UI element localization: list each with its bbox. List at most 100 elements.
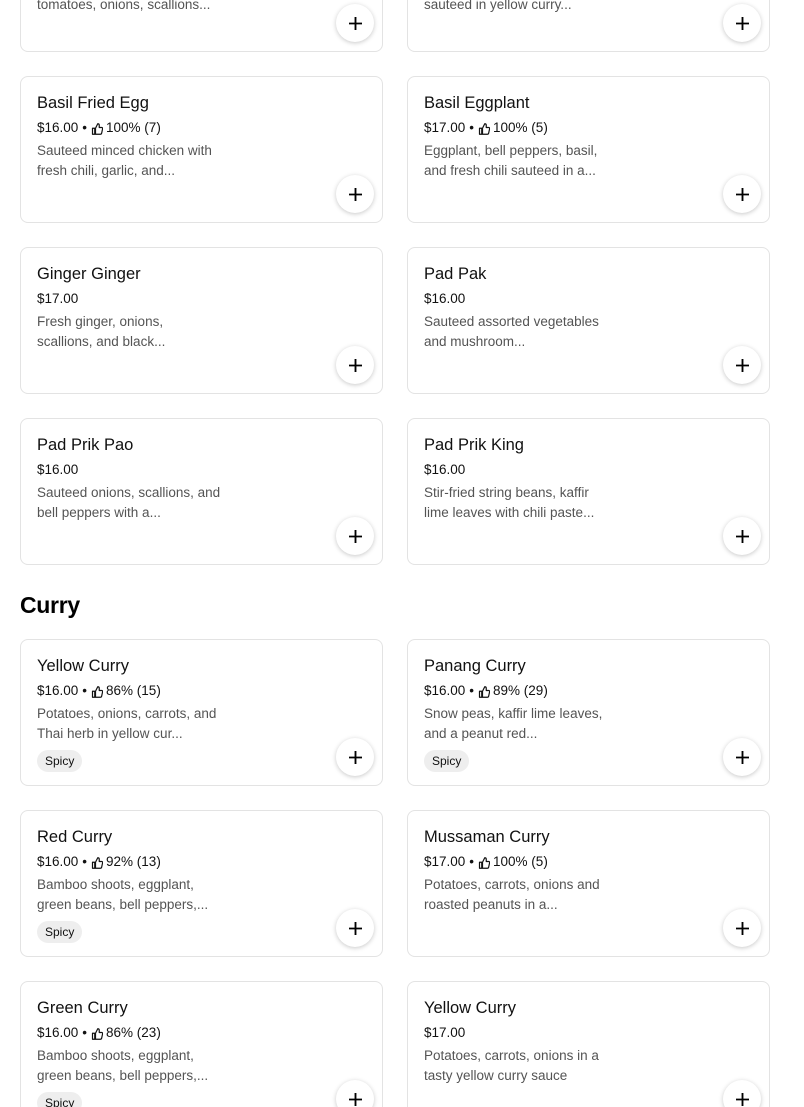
meta-separator: • <box>469 120 475 135</box>
menu-item-card[interactable]: Red Curry $16.00 • 92% (13) Bamboo shoots, e… <box>20 810 383 957</box>
item-price: $16.00 <box>424 291 466 306</box>
add-to-cart-button[interactable] <box>723 738 761 776</box>
item-description: Potatoes, carrots, onions in a tasty yel… <box>424 1048 599 1083</box>
menu-item-card[interactable]: tomatoes, onions, scallions... <box>20 0 383 52</box>
curry-grid: Yellow Curry $16.00 • 86% (15) Potatoes, oni… <box>20 639 770 1107</box>
menu-item-card[interactable]: Panang Curry $16.00 • 89% (29) Snow peas, ka… <box>407 639 770 786</box>
spicy-badge: Spicy <box>37 921 83 943</box>
item-price: $17.00 <box>424 1025 466 1040</box>
menu-item-card[interactable]: Basil Fried Egg $16.00 • 100% (7) Sauteed mi… <box>20 76 383 223</box>
item-price: $16.00 <box>37 854 79 869</box>
menu-item-card[interactable]: Ginger Ginger $17.00 Fresh ginger, onions,… <box>20 247 383 394</box>
item-description: Sauteed onions, scallions, and bell pepp… <box>37 485 221 520</box>
thumbs-up-icon <box>478 122 491 135</box>
plus-icon <box>348 921 362 935</box>
item-price: $16.00 <box>424 683 466 698</box>
menu-item-card[interactable]: Pad Prik Pao $16.00 Sauteed onions, scalli… <box>20 418 383 565</box>
plus-icon <box>735 921 749 935</box>
plus-icon <box>735 187 749 201</box>
menu-item-card[interactable]: Yellow Curry $17.00 Potatoes, carrots, oni… <box>407 981 770 1107</box>
meta-separator: • <box>469 854 475 869</box>
meta-separator: • <box>82 854 88 869</box>
add-to-cart-button[interactable] <box>723 909 761 947</box>
add-to-cart-button[interactable] <box>723 175 761 213</box>
item-price: $16.00 <box>37 1025 79 1040</box>
add-to-cart-button[interactable] <box>723 4 761 42</box>
plus-icon <box>348 1092 362 1106</box>
item-description: Bamboo shoots, eggplant, green beans, be… <box>37 1048 209 1083</box>
menu-item-card[interactable]: Green Curry $16.00 • 86% (23) Bamboo shoots,… <box>20 981 383 1107</box>
item-meta: $16.00 • 92% (13) <box>37 853 366 871</box>
section-title-curry: Curry <box>20 592 80 618</box>
add-to-cart-button[interactable] <box>336 1080 374 1107</box>
item-meta: $16.00 • 86% (15) <box>37 682 366 700</box>
item-name: Yellow Curry <box>424 999 517 1017</box>
item-meta: $17.00 • 100% (5) <box>424 853 753 871</box>
thumbs-up-icon <box>91 856 104 869</box>
item-price: $16.00 <box>424 462 466 477</box>
item-rating: 100% (7) <box>106 120 161 135</box>
spicy-badge: Spicy <box>424 750 470 772</box>
item-name: Pad Pak <box>424 265 487 283</box>
add-to-cart-button[interactable] <box>336 738 374 776</box>
item-meta: $17.00 • 100% (5) <box>424 119 753 137</box>
meta-separator: • <box>82 120 88 135</box>
menu-item-card[interactable]: Yellow Curry $16.00 • 86% (15) Potatoes, oni… <box>20 639 383 786</box>
plus-icon <box>735 1092 749 1106</box>
item-description: Sauteed assorted vegetables and mushroom… <box>424 314 599 349</box>
plus-icon <box>348 16 362 30</box>
item-description: Potatoes, onions, carrots, and Thai herb… <box>37 706 217 741</box>
meta-separator: • <box>469 683 475 698</box>
item-rating: 89% (29) <box>493 683 548 698</box>
item-description: Eggplant, bell peppers, basil, and fresh… <box>424 143 598 178</box>
item-description: Sauteed minced chicken with fresh chili,… <box>37 143 212 178</box>
thumbs-up-icon <box>91 1027 104 1040</box>
add-to-cart-button[interactable] <box>336 4 374 42</box>
item-meta: $16.00 • 89% (29) <box>424 682 753 700</box>
item-price: $17.00 <box>424 854 466 869</box>
add-to-cart-button[interactable] <box>336 346 374 384</box>
item-rating: 100% (5) <box>493 854 548 869</box>
item-name: Pad Prik King <box>424 436 524 454</box>
item-description: Potatoes, carrots, onions and roasted pe… <box>424 877 600 912</box>
item-description: Bamboo shoots, eggplant, green beans, be… <box>37 877 209 912</box>
thumbs-up-icon <box>91 122 104 135</box>
add-to-cart-button[interactable] <box>723 517 761 555</box>
stir-fry-grid: tomatoes, onions, scallions... sauteed in… <box>20 0 770 565</box>
plus-icon <box>735 358 749 372</box>
item-name: Basil Eggplant <box>424 94 530 112</box>
meta-separator: • <box>82 1025 88 1040</box>
menu-item-card[interactable]: sauteed in yellow curry... <box>407 0 770 52</box>
add-to-cart-button[interactable] <box>723 1080 761 1107</box>
item-name: Pad Prik Pao <box>37 436 134 454</box>
item-name: Mussaman Curry <box>424 828 550 846</box>
plus-icon <box>348 358 362 372</box>
add-to-cart-button[interactable] <box>336 517 374 555</box>
item-meta: $16.00 • 86% (23) <box>37 1024 366 1042</box>
thumbs-up-icon <box>91 685 104 698</box>
item-name: Green Curry <box>37 999 128 1017</box>
item-name: Red Curry <box>37 828 113 846</box>
menu-item-card[interactable]: Pad Pak $16.00 Sauteed assorted vegetables… <box>407 247 770 394</box>
add-to-cart-button[interactable] <box>336 175 374 213</box>
item-price: $17.00 <box>424 120 466 135</box>
plus-icon <box>735 16 749 30</box>
add-to-cart-button[interactable] <box>723 346 761 384</box>
add-to-cart-button[interactable] <box>336 909 374 947</box>
plus-icon <box>348 750 362 764</box>
item-meta: $17.00 <box>424 1024 753 1042</box>
item-meta: $16.00 <box>424 461 753 479</box>
menu-item-card[interactable]: Mussaman Curry $17.00 • 100% (5) Potatoes, c… <box>407 810 770 957</box>
item-rating: 86% (23) <box>106 1025 161 1040</box>
menu-item-card[interactable]: Pad Prik King $16.00 Stir-fried string bea… <box>407 418 770 565</box>
plus-icon <box>735 750 749 764</box>
item-meta: $16.00 <box>424 290 753 308</box>
item-description: Stir-fried string beans, kaffir lime lea… <box>424 485 595 520</box>
item-description: Snow peas, kaffir lime leaves, and a pea… <box>424 706 603 741</box>
item-rating: 86% (15) <box>106 683 161 698</box>
menu-page: tomatoes, onions, scallions... sauteed in… <box>20 0 770 1107</box>
item-description: Fresh ginger, onions, scallions, and bla… <box>37 314 166 349</box>
item-price: $16.00 <box>37 683 79 698</box>
item-name: Basil Fried Egg <box>37 94 149 112</box>
menu-item-card[interactable]: Basil Eggplant $17.00 • 100% (5) Eggplant, b… <box>407 76 770 223</box>
